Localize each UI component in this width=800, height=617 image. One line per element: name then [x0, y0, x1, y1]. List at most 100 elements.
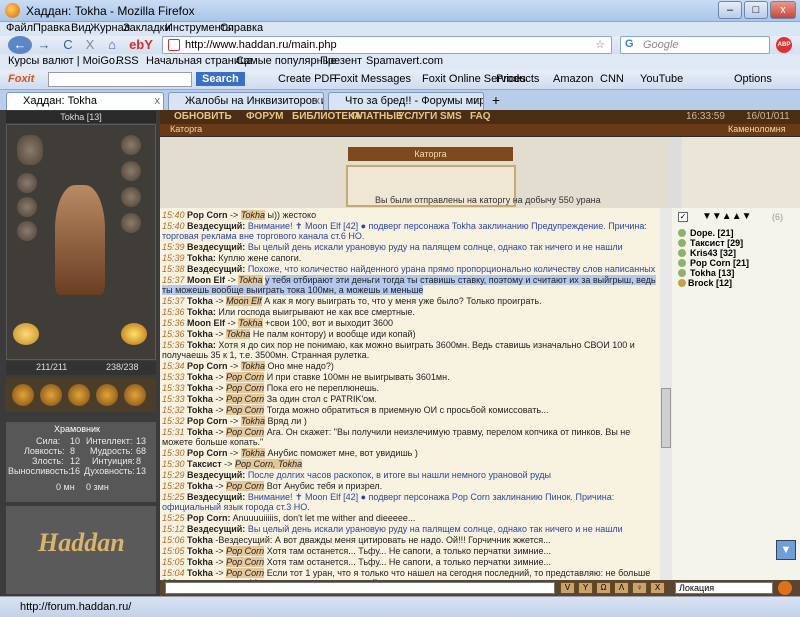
close-tab-icon[interactable]: x — [155, 95, 161, 107]
chat-tool-1[interactable]: V — [560, 582, 575, 594]
scene-scrollbar[interactable] — [670, 137, 682, 208]
products-button[interactable]: Products — [496, 73, 539, 85]
chat-nick[interactable]: Tokha — [187, 535, 213, 545]
tab-complaints[interactable]: Жалобы на Инквизиторов и Посл...x — [168, 92, 324, 110]
chat-tool-5[interactable]: ♀ — [632, 582, 647, 594]
faq-link[interactable]: FAQ — [470, 111, 491, 122]
chat-nick[interactable]: Pop Corn — [187, 210, 228, 220]
chat-recipient[interactable]: Pop Corn — [226, 372, 265, 382]
sort-icons[interactable]: ▼▼▲▲▼ — [702, 211, 752, 222]
amulet-icon[interactable] — [121, 135, 141, 155]
chat-recipient[interactable]: Pop Corn — [226, 557, 265, 567]
close-tab-icon[interactable]: x — [475, 95, 481, 107]
chat-recipient[interactable]: Tokha — [240, 361, 265, 371]
chat-recipient[interactable]: Tokha — [240, 416, 265, 426]
close-button[interactable]: x — [770, 1, 796, 19]
player-entry[interactable]: Pop Corn [21] — [690, 258, 749, 268]
belt-icon[interactable] — [17, 197, 37, 217]
chat-recipient[interactable]: Pop Corn, Tokha — [234, 459, 303, 469]
chat-recipient[interactable]: Pop Corn — [226, 405, 265, 415]
player-entry[interactable]: Tokha [13] — [690, 268, 734, 278]
menu-file[interactable]: Файл — [6, 22, 33, 34]
menu-view[interactable]: Вид — [71, 22, 91, 34]
chat-recipient[interactable]: Pop Corn — [226, 394, 265, 404]
star-icon[interactable]: ☆ — [595, 38, 605, 51]
action-icon-1[interactable] — [12, 384, 34, 406]
chat-nick[interactable]: Tokha — [187, 296, 213, 306]
bookmark-spamavert[interactable]: Spamavert.com — [366, 55, 443, 67]
chat-nick[interactable]: Pop Corn — [187, 416, 228, 426]
chat-recipient[interactable]: Tokha — [240, 210, 265, 220]
gloves-icon[interactable] — [121, 213, 141, 233]
foxit-search-input[interactable] — [48, 72, 192, 87]
chat-recipient[interactable]: Moon Elf — [226, 296, 262, 306]
chat-nick[interactable]: Tokha — [187, 405, 213, 415]
chat-tool-3[interactable]: Ω — [596, 582, 611, 594]
heart-icon[interactable] — [13, 323, 39, 345]
chat-recipient[interactable]: Pop Corn — [226, 568, 265, 578]
player-entry[interactable]: Kris43 [32] — [690, 248, 736, 258]
chat-nick[interactable]: Tokha — [187, 546, 213, 556]
scroll-thumb[interactable] — [661, 388, 671, 448]
refresh-icon[interactable] — [778, 581, 792, 595]
weapon-icon[interactable] — [121, 161, 141, 181]
player-entry[interactable]: Dope. [21] — [690, 228, 734, 238]
menu-edit[interactable]: Правка — [33, 22, 70, 34]
menu-help[interactable]: Справка — [220, 22, 263, 34]
new-tab-icon[interactable]: + — [488, 93, 504, 109]
chat-nick[interactable]: Tokha: — [187, 340, 216, 350]
bookmark-rss[interactable]: RSS — [116, 55, 139, 67]
player-entry[interactable]: Таксист [29] — [690, 238, 743, 248]
chat-nick[interactable]: Tokha: — [187, 253, 216, 263]
chat-nick[interactable]: Tokha — [187, 394, 213, 404]
tab-forum[interactable]: Что за бред!! - Форумы мира Хадд...x — [328, 92, 484, 110]
scroll-down-icon[interactable]: ▼ — [776, 540, 796, 560]
chat-nick[interactable]: Pop Corn — [187, 361, 228, 371]
chat-nick[interactable]: Вездесущий: — [187, 470, 245, 480]
action-icon-2[interactable] — [40, 384, 62, 406]
chat-nick[interactable]: Вездесущий: — [187, 242, 245, 252]
youtube-link[interactable]: YouTube — [640, 73, 683, 85]
location-select[interactable]: Локация — [675, 582, 773, 594]
refresh-button[interactable]: ОБНОВИТЬ — [174, 111, 232, 122]
library-link[interactable]: БИБЛИОТЕКА — [292, 111, 361, 122]
chat-nick[interactable]: Вездесущий: — [187, 524, 245, 534]
amazon-link[interactable]: Amazon — [553, 73, 593, 85]
bookmark-1[interactable]: Курсы валют | MoiGo... — [8, 55, 124, 67]
chat-nick[interactable]: Tokha — [187, 568, 213, 578]
chat-recipient[interactable]: Tokha — [226, 329, 251, 339]
chat-nick[interactable]: Tokha — [187, 481, 213, 491]
chat-nick[interactable]: Tokha — [187, 383, 213, 393]
chat-tool-2[interactable]: Y — [578, 582, 593, 594]
chat-nick[interactable]: Вездесущий: — [187, 221, 245, 231]
bookmark-present[interactable]: Презент — [320, 55, 362, 67]
players-checkbox[interactable]: ✓ — [678, 212, 688, 222]
chat-nick[interactable]: Tokha: — [187, 307, 216, 317]
ring-icon[interactable] — [121, 187, 141, 207]
search-input[interactable]: G Google — [620, 36, 770, 54]
chat-nick[interactable]: Tokha — [187, 427, 213, 437]
chat-nick[interactable]: Вездесущий: — [187, 264, 245, 274]
chat-recipient[interactable]: Pop Corn — [226, 427, 265, 437]
chat-nick[interactable]: Tokha — [187, 372, 213, 382]
cnn-link[interactable]: CNN — [600, 73, 624, 85]
chat-nick[interactable]: Pop Corn — [187, 448, 228, 458]
services-link[interactable]: УСЛУГИ — [398, 111, 437, 122]
chat-recipient[interactable]: Pop Corn — [226, 546, 265, 556]
chat-recipient[interactable]: Pop Corn — [226, 481, 265, 491]
chat-tool-4[interactable]: Λ — [614, 582, 629, 594]
paid-link[interactable]: ПЛАТНЫЕ — [352, 111, 403, 122]
foxit-messages-button[interactable]: Foxit Messages — [334, 73, 411, 85]
ebay-icon[interactable]: ebY — [124, 36, 158, 54]
close-tab-icon[interactable]: x — [315, 95, 321, 107]
back-icon[interactable]: ← — [8, 36, 32, 54]
chat-nick[interactable]: Таксист — [187, 459, 222, 469]
chat-recipient[interactable]: Tokha — [240, 448, 265, 458]
action-icon-5[interactable] — [124, 384, 146, 406]
chat-input[interactable] — [165, 582, 555, 594]
home-icon[interactable]: ⌂ — [102, 36, 122, 54]
chat-nick[interactable]: Tokha — [187, 329, 213, 339]
chat-recipient[interactable]: Pop Corn — [226, 383, 265, 393]
player-entry[interactable]: Brock [12] — [688, 278, 732, 288]
reload-icon[interactable]: C — [58, 36, 78, 54]
